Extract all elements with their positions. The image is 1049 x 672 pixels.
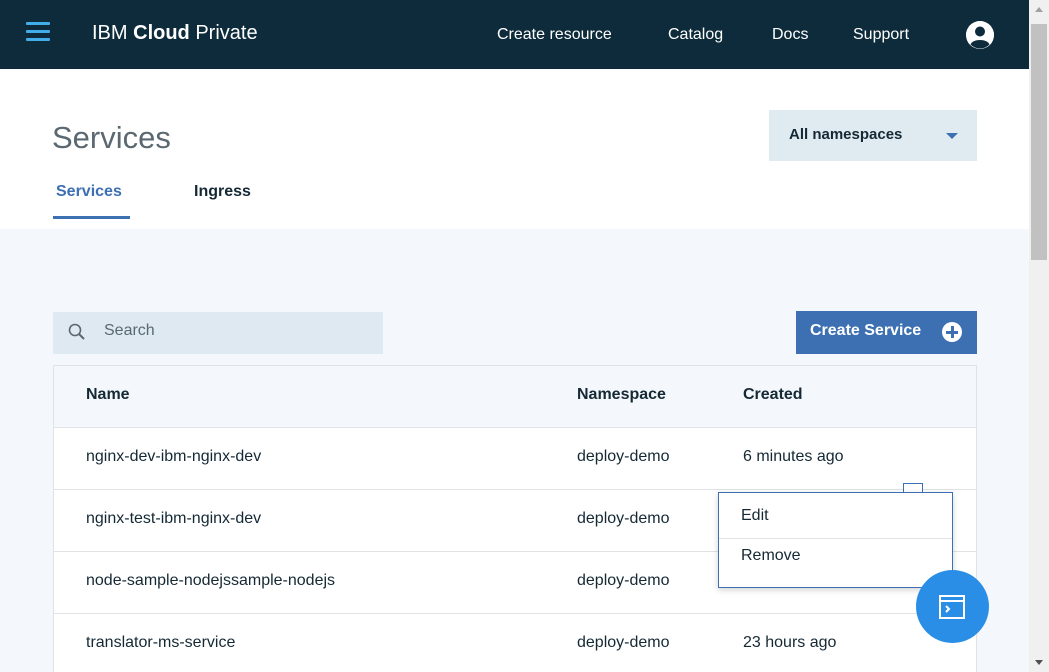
service-namespace: deploy-demo [577,448,670,465]
brand-prefix: IBM [92,22,134,44]
search-icon [68,323,85,340]
brand-title[interactable]: IBM Cloud Private [92,22,258,45]
table-row[interactable]: nginx-dev-ibm-nginx-dev deploy-demo 6 mi… [54,428,976,490]
scrollbar-thumb[interactable] [1031,24,1047,260]
tab-ingress[interactable]: Ingress [194,183,251,201]
service-name[interactable]: translator-ms-service [86,634,235,652]
service-namespace: deploy-demo [577,572,670,589]
scroll-up-arrow-icon[interactable] [1029,0,1049,20]
scroll-down-arrow-icon[interactable] [1029,652,1049,672]
table-row[interactable]: translator-ms-service deploy-demo 23 hou… [54,614,976,672]
user-avatar-icon[interactable] [966,21,994,49]
nav-create-resource[interactable]: Create resource [497,26,612,44]
column-header-namespace[interactable]: Namespace [577,386,666,404]
menu-item-edit-label: Edit [741,507,769,524]
nav-support[interactable]: Support [853,26,909,44]
menu-item-remove-label: Remove [741,547,801,564]
active-tab-indicator [53,216,130,219]
page-title: Services [52,120,171,155]
top-nav-bar: IBM Cloud Private Create resource Catalo… [0,0,1029,69]
brand-bold: Cloud [133,22,190,44]
column-header-name[interactable]: Name [86,386,130,404]
nav-docs[interactable]: Docs [772,26,808,44]
caret-down-icon [946,133,958,139]
tab-services[interactable]: Services [56,183,122,201]
hamburger-menu-icon[interactable] [26,22,50,46]
vertical-scrollbar[interactable] [1029,0,1049,672]
plus-circle-icon [942,322,962,342]
service-name[interactable]: nginx-dev-ibm-nginx-dev [86,448,261,466]
menu-item-edit[interactable]: Edit [719,497,952,537]
create-service-button[interactable]: Create Service [796,311,977,354]
service-created: 23 hours ago [743,634,837,651]
brand-suffix: Private [189,22,258,44]
create-service-label: Create Service [810,322,922,339]
nav-catalog[interactable]: Catalog [668,26,723,44]
table-header: Name Namespace Created [54,366,976,428]
terminal-icon [939,595,965,619]
overflow-menu: Edit Remove [718,492,953,588]
search-placeholder: Search [104,322,155,339]
search-input[interactable] [53,312,383,354]
column-header-created[interactable]: Created [743,386,803,404]
namespace-dropdown-label: All namespaces [789,126,903,143]
service-namespace: deploy-demo [577,510,670,527]
menu-item-remove[interactable]: Remove [719,537,952,577]
namespace-dropdown[interactable]: All namespaces [769,110,977,161]
service-namespace: deploy-demo [577,634,670,651]
service-name[interactable]: node-sample-nodejssample-nodejs [86,572,335,590]
terminal-fab-button[interactable] [916,570,989,643]
service-created: 6 minutes ago [743,448,844,465]
service-name[interactable]: nginx-test-ibm-nginx-dev [86,510,261,528]
